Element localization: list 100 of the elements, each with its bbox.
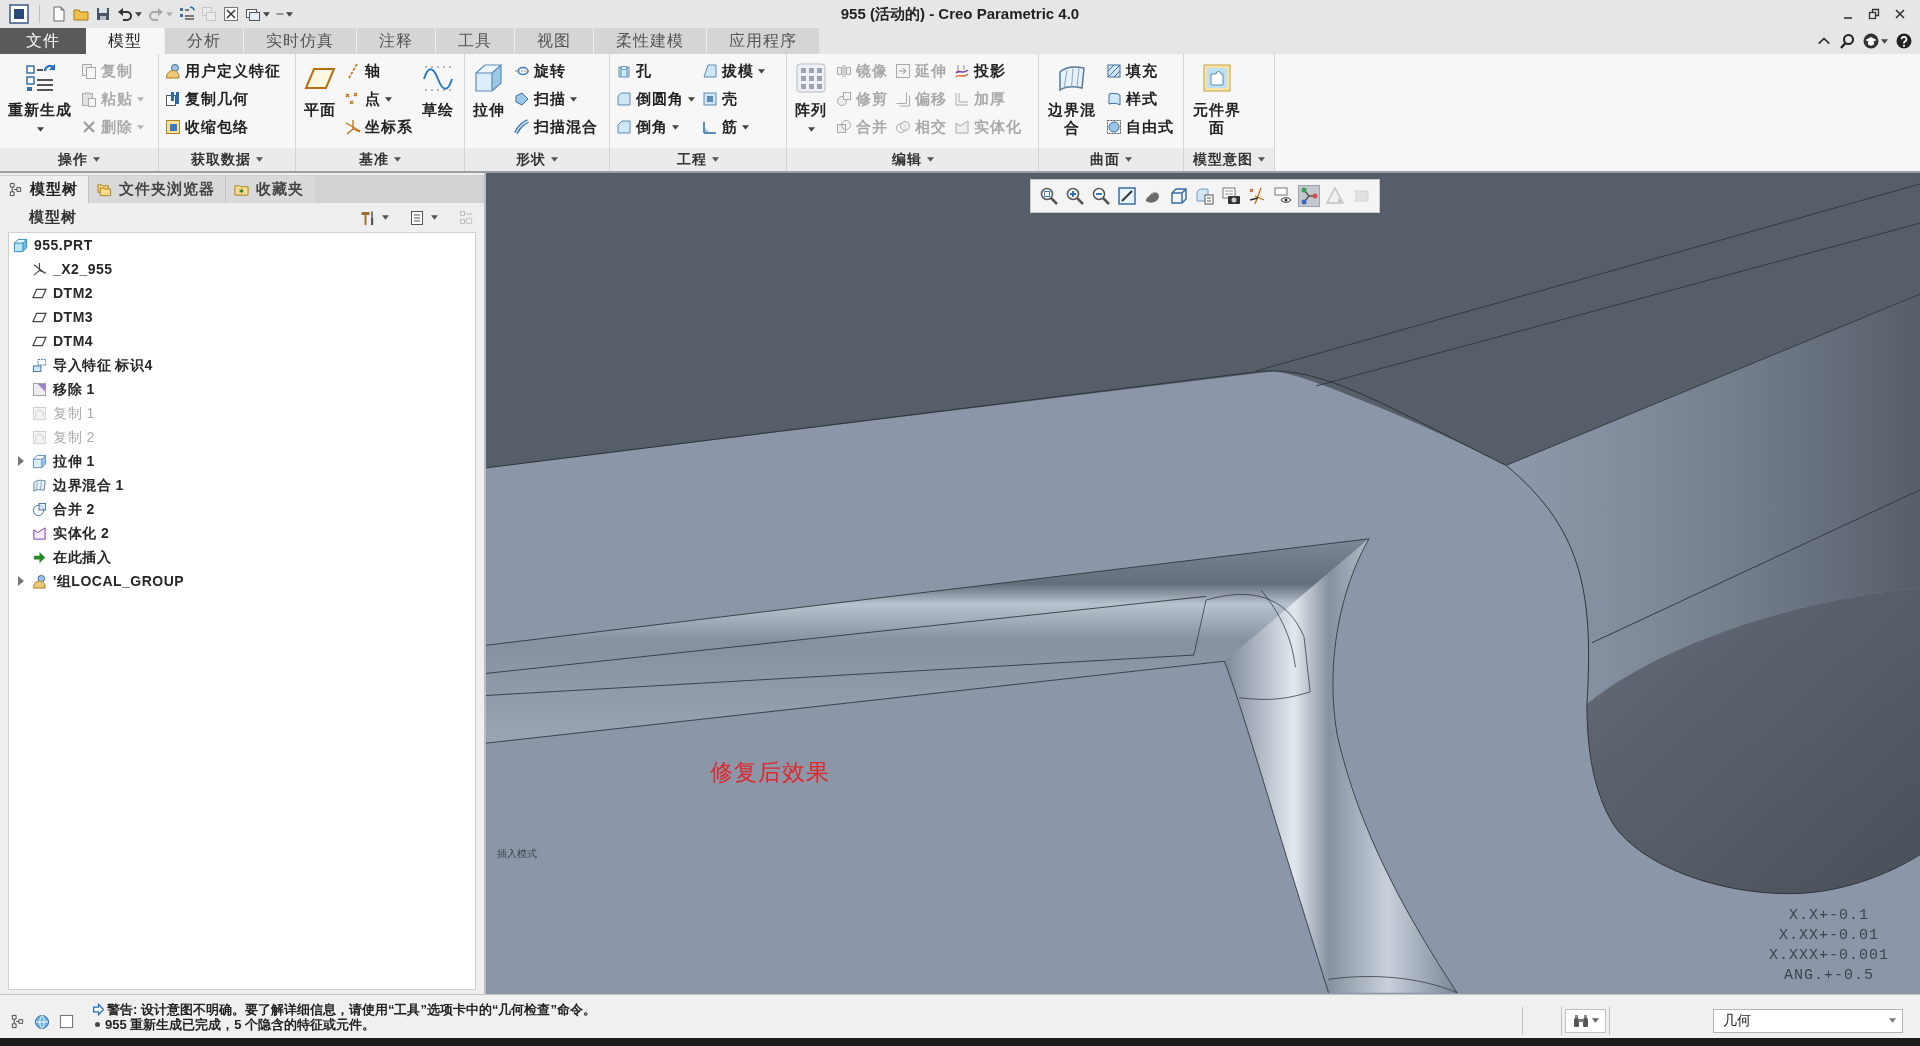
ribbon-button[interactable]: 投影 — [954, 57, 1022, 85]
zoom-in-icon[interactable] — [1065, 186, 1085, 206]
tree-item[interactable]: 在此插入 — [32, 546, 111, 568]
caret-icon[interactable] — [807, 127, 815, 132]
caret-icon[interactable] — [263, 11, 270, 17]
ribbon-button[interactable]: 阵列 — [793, 57, 829, 132]
caret-icon[interactable] — [926, 157, 934, 162]
ribbon-button[interactable]: 孔 — [616, 57, 695, 85]
ribbon-button[interactable]: 筋 — [702, 113, 765, 141]
tree-item[interactable]: 合并 2 — [32, 498, 95, 520]
selection-filter-dropdown[interactable]: 几何 — [1713, 1008, 1903, 1033]
tree-item[interactable]: 移除 1 — [32, 378, 95, 400]
tree-item[interactable]: DTM4 — [32, 330, 94, 352]
caret-icon[interactable] — [570, 96, 577, 102]
panel-tab[interactable]: 模型树 — [0, 176, 88, 203]
square-icon[interactable] — [59, 1014, 74, 1029]
caret-icon[interactable] — [742, 124, 749, 130]
ribbon-tab[interactable]: 视图 — [514, 28, 593, 54]
tools-icon[interactable] — [360, 209, 376, 226]
tree-item[interactable]: 实体化 2 — [32, 522, 110, 544]
ribbon-tab[interactable]: 工具 — [435, 28, 514, 54]
nodes-icon[interactable] — [1299, 186, 1319, 206]
panel-tab[interactable]: 收藏夹 — [225, 176, 314, 203]
caret-icon[interactable] — [394, 157, 401, 162]
cube-outline-icon[interactable] — [1169, 186, 1189, 206]
caret-icon[interactable] — [712, 157, 719, 162]
tree-item[interactable]: DTM3 — [32, 306, 94, 328]
expand-arrow-icon[interactable] — [18, 576, 24, 586]
group-label[interactable]: 编辑 — [891, 149, 934, 170]
undo-icon[interactable] — [117, 6, 133, 22]
ribbon-button[interactable]: 草绘 — [420, 57, 456, 119]
panel-tab[interactable]: 文件夹浏览器 — [88, 176, 225, 203]
globe-icon[interactable] — [34, 1013, 50, 1030]
ribbon-button[interactable]: 倒角 — [616, 113, 695, 141]
caret-icon[interactable] — [1881, 38, 1888, 44]
window-stack-icon[interactable] — [245, 6, 261, 22]
close-window-icon[interactable] — [223, 6, 239, 22]
help-icon[interactable] — [1896, 33, 1912, 49]
ribbon-button[interactable]: 倒圆角 — [616, 85, 695, 113]
list-icon[interactable] — [409, 209, 425, 226]
ribbon-button[interactable]: 扫描 — [514, 85, 598, 113]
caret-icon[interactable] — [135, 11, 142, 17]
ribbon-button[interactable]: 旋转 — [514, 57, 598, 85]
box-list-icon[interactable] — [1195, 186, 1215, 206]
page-icon[interactable] — [51, 6, 67, 22]
ribbon-button[interactable]: 拉伸 — [471, 57, 507, 119]
restore-icon[interactable] — [1868, 8, 1880, 20]
cap-circle-icon[interactable] — [1863, 33, 1879, 49]
ribbon-button[interactable]: 复制几何 — [165, 85, 281, 113]
ribbon-button[interactable]: 填充 — [1106, 57, 1174, 85]
caret-icon[interactable] — [672, 124, 679, 130]
ribbon-tab[interactable]: 分析 — [164, 28, 243, 54]
tree-icon[interactable] — [10, 1014, 25, 1029]
expand-arrow-icon[interactable] — [18, 456, 24, 466]
eye-icon[interactable] — [1273, 186, 1293, 206]
ribbon-button[interactable]: 扫描混合 — [514, 113, 598, 141]
find-button[interactable] — [1565, 1008, 1606, 1033]
app-icon[interactable] — [9, 4, 29, 24]
ribbon-tab[interactable]: 模型 — [86, 28, 164, 54]
search-icon[interactable] — [1839, 33, 1855, 49]
ribbon-button[interactable]: 壳 — [702, 85, 765, 113]
tree-item[interactable]: 955.PRT — [13, 234, 93, 256]
caret-icon[interactable] — [286, 11, 293, 17]
magnifier-square-icon[interactable] — [1039, 186, 1059, 206]
caret-icon[interactable] — [1591, 1018, 1599, 1023]
caret-icon[interactable] — [758, 68, 765, 74]
caret-icon[interactable] — [93, 157, 100, 162]
square-diagonal-icon[interactable] — [1117, 186, 1137, 206]
caret-icon[interactable] — [1125, 157, 1132, 162]
ribbon-button[interactable]: 收缩包络 — [165, 113, 281, 141]
ribbon-button[interactable]: 边界混合 — [1045, 57, 1099, 137]
caret-icon[interactable] — [688, 96, 695, 102]
tree-item[interactable]: '组LOCAL_GROUP — [32, 570, 185, 592]
ribbon-button[interactable]: 平面 — [302, 57, 338, 119]
ribbon-button[interactable]: 用户定义特征 — [165, 57, 281, 85]
ribbon-tab[interactable]: 柔性建模 — [593, 28, 706, 54]
ribbon-button[interactable]: 样式 — [1106, 85, 1174, 113]
tree-item[interactable]: 边界混合 1 — [32, 474, 124, 496]
ribbon-tab[interactable]: 注释 — [356, 28, 435, 54]
caret-icon[interactable] — [1889, 1018, 1896, 1023]
caret-icon[interactable] — [382, 215, 389, 220]
caret-icon[interactable] — [551, 157, 558, 162]
ribbon-button[interactable]: 元件界面 — [1190, 57, 1244, 137]
caret-icon[interactable] — [431, 215, 438, 220]
ribbon-button[interactable]: 拔模 — [702, 57, 765, 85]
close-icon[interactable] — [1894, 8, 1906, 20]
tree-item[interactable]: 导入特征 标识4 — [32, 354, 153, 376]
ribbon-button[interactable]: 自由式 — [1106, 113, 1174, 141]
caret-icon[interactable] — [385, 96, 392, 102]
ribbon-button[interactable]: 轴 — [345, 57, 413, 85]
ribbon-button[interactable]: 重新生成 — [6, 57, 74, 132]
ribbon-tab[interactable]: 应用程序 — [706, 28, 819, 54]
tree-item[interactable]: 拉伸 1 — [32, 450, 95, 472]
caret-icon[interactable] — [1258, 157, 1265, 162]
axes-points-icon[interactable] — [1247, 186, 1267, 206]
caret-icon[interactable] — [256, 157, 263, 162]
ribbon-tab[interactable]: 实时仿真 — [243, 28, 356, 54]
tree-item[interactable]: DTM2 — [32, 282, 94, 304]
ribbon-button[interactable]: 坐标系 — [345, 113, 413, 141]
camera-icon[interactable] — [1221, 186, 1241, 206]
